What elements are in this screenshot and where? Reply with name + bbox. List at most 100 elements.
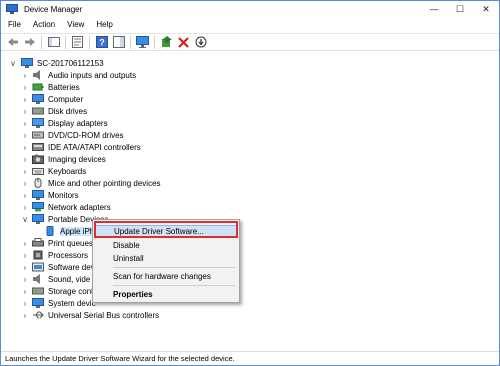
tree-item-sound-video[interactable]: › Sound, vide [1,273,90,285]
menu-separator [113,267,235,268]
help-icon[interactable]: ? [94,35,109,50]
computer-icon [21,58,33,69]
usb-icon [32,310,44,321]
battery-icon [32,82,44,93]
maximize-icon[interactable]: ☐ [447,1,473,17]
chevron-right-icon[interactable]: › [21,261,29,273]
portable-device-icon [32,214,44,225]
tree-item-keyboards[interactable]: › Keyboards [1,165,87,177]
tree-item-processors[interactable]: › Processors [1,249,88,261]
status-bar: Launches the Update Driver Software Wiza… [1,351,499,365]
back-icon[interactable] [5,35,20,50]
device-tree: ∨ SC-201706112153 › Audio inputs and out… [1,53,499,349]
chevron-right-icon[interactable]: › [21,273,29,285]
menu-separator [113,285,235,286]
toolbar-separator [154,35,155,49]
menu-bar: File Action View Help [1,17,499,32]
tree-item-computer[interactable]: › Computer [1,93,83,105]
svg-text:?: ? [99,38,105,48]
scan-hardware-monitor-icon[interactable] [135,35,150,50]
toolbar-separator [41,35,42,49]
camera-icon [32,154,44,165]
chevron-right-icon[interactable]: › [21,69,29,81]
monitor-icon [32,190,44,201]
chevron-right-icon[interactable]: › [21,165,29,177]
tree-item-batteries[interactable]: › Batteries [1,81,80,93]
minimize-icon[interactable]: — [421,1,447,17]
tree-item-ide-ata[interactable]: › IDE ATA/ATAPI controllers [1,141,141,153]
tree-item-disk-drives[interactable]: › Disk drives [1,105,87,117]
menu-action[interactable]: Action [27,20,61,29]
menu-help[interactable]: Help [90,20,118,29]
storage-controller-icon [32,286,44,297]
tree-item-storage-controllers[interactable]: › Storage cont [1,285,94,297]
disable-menu-item[interactable]: Disable [95,239,237,252]
tree-item-imaging-devices[interactable]: › Imaging devices [1,153,106,165]
highlight-annotation-box [94,221,238,238]
update-driver-icon[interactable] [159,35,174,50]
uninstall-menu-item[interactable]: Uninstall [95,252,237,265]
tree-item-monitors[interactable]: › Monitors [1,189,79,201]
chevron-right-icon[interactable]: › [21,105,29,117]
close-icon[interactable]: ✕ [473,1,499,17]
chevron-right-icon[interactable]: › [21,153,29,165]
printer-icon [32,238,44,249]
chevron-right-icon[interactable]: › [21,297,29,309]
chevron-right-icon[interactable]: › [21,93,29,105]
scan-hardware-menu-item[interactable]: Scan for hardware changes [95,270,237,283]
chevron-right-icon[interactable]: › [21,285,29,297]
tree-item-apple-iphone[interactable]: Apple iPh [1,225,97,237]
tree-item-dvd-cdrom[interactable]: › DVD/CD-ROM drives [1,129,124,141]
chevron-right-icon[interactable]: › [21,177,29,189]
toolbar: ? [1,33,499,51]
tree-item-usb-controllers[interactable]: › Universal Serial Bus controllers [1,309,160,321]
menu-view[interactable]: View [61,20,90,29]
chevron-right-icon[interactable]: › [21,309,29,321]
uninstall-x-icon[interactable] [176,35,191,50]
tree-root-label: SC-201706112153 [37,58,104,68]
chevron-down-icon[interactable]: ∨ [21,213,29,225]
speaker-icon [32,274,44,285]
tree-item-software-devices[interactable]: › Software devi [1,261,96,273]
chevron-right-icon[interactable]: › [21,81,29,93]
tree-root[interactable]: ∨ SC-201706112153 [1,57,104,69]
properties-menu-item[interactable]: Properties [95,288,237,301]
tree-item-system-devices[interactable]: › System devic [1,297,96,309]
forward-icon[interactable] [22,35,37,50]
window-controls: — ☐ ✕ [421,1,499,17]
ide-controller-icon [32,142,44,153]
disable-device-icon[interactable] [193,35,208,50]
toolbar-separator [65,35,66,49]
tree-item-print-queues[interactable]: › Print queues [1,237,93,249]
chevron-down-icon[interactable]: ∨ [9,57,17,69]
tree-item-mice[interactable]: › Mice and other pointing devices [1,177,161,189]
chevron-right-icon[interactable]: › [21,117,29,129]
chevron-right-icon[interactable]: › [21,237,29,249]
menu-file[interactable]: File [1,20,27,29]
tree-item-display-adapters[interactable]: › Display adapters [1,117,108,129]
speaker-icon [32,70,44,81]
display-adapter-icon [32,118,44,129]
chevron-right-icon[interactable]: › [21,201,29,213]
chevron-right-icon[interactable]: › [21,141,29,153]
action-pane-icon[interactable] [111,35,126,50]
chevron-right-icon[interactable]: › [21,249,29,261]
properties-sheet-icon[interactable] [70,35,85,50]
tree-item-audio[interactable]: › Audio inputs and outputs [1,69,136,81]
processor-icon [32,250,44,261]
disk-drive-icon [32,106,44,117]
computer-icon [32,94,44,105]
keyboard-icon [32,166,44,177]
selected-device-label: Apple iPh [60,226,97,236]
system-device-icon [32,298,44,309]
network-adapter-icon [32,202,44,213]
tree-item-network-adapters[interactable]: › Network adapters [1,201,111,213]
phone-icon [44,226,56,237]
title-bar: Device Manager — ☐ ✕ [1,1,499,17]
toolbar-separator [130,35,131,49]
show-hide-console-tree-icon[interactable] [46,35,61,50]
chevron-right-icon[interactable]: › [21,189,29,201]
status-text: Launches the Update Driver Software Wiza… [5,354,235,363]
chevron-right-icon[interactable]: › [21,129,29,141]
software-device-icon [32,262,44,273]
